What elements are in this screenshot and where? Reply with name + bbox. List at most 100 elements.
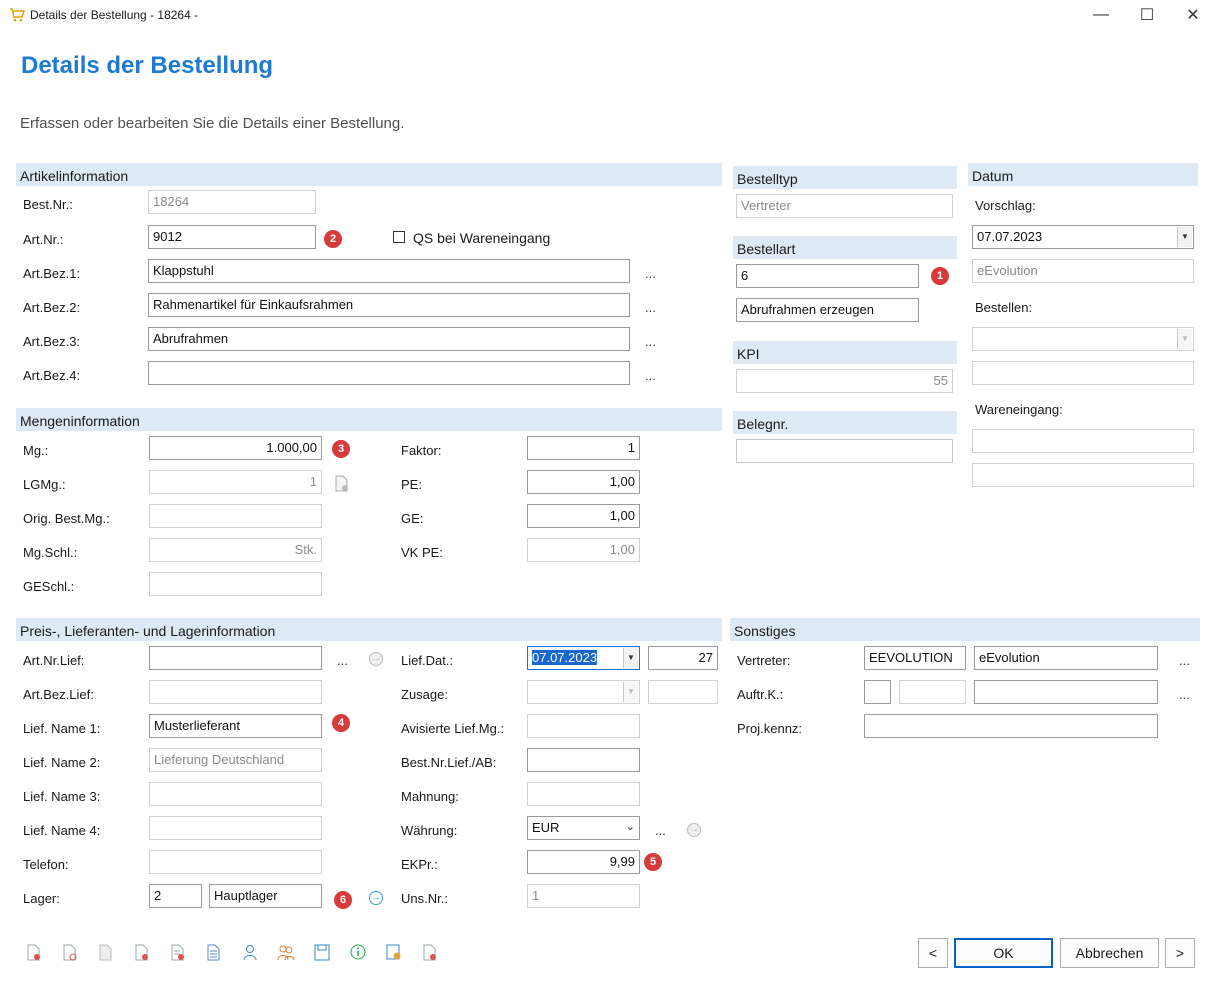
unsnr-field[interactable]: 1 (527, 884, 640, 908)
marker-badge-4: 4 (332, 714, 350, 732)
document-alert-icon[interactable] (133, 944, 151, 962)
liefdat-kw-field[interactable]: 27 (648, 646, 718, 670)
section-belegnr: Belegnr. (733, 411, 957, 434)
next-button[interactable]: > (1165, 938, 1195, 968)
close-button[interactable]: ✕ (1170, 0, 1216, 30)
ok-button[interactable]: OK (954, 938, 1053, 968)
bez4-field[interactable] (148, 361, 630, 385)
disk-alert-icon[interactable] (385, 944, 403, 962)
name2-field[interactable]: Lieferung Deutschland (149, 748, 322, 772)
artnr-field[interactable]: 9012 (148, 225, 316, 249)
user-icon[interactable] (241, 944, 259, 962)
name3-field[interactable] (149, 782, 322, 806)
previous-button[interactable]: < (918, 938, 948, 968)
marker-badge-2: 2 (324, 230, 342, 248)
document-warning-icon[interactable] (421, 944, 439, 962)
vertreter-code-field[interactable]: EEVOLUTION (864, 646, 966, 670)
document-icon[interactable] (97, 944, 115, 962)
auftrk-code-field[interactable] (864, 680, 891, 704)
ekpr-field[interactable]: 9,99 (527, 850, 640, 874)
name1-field[interactable]: Musterlieferant (149, 714, 322, 738)
lager-name-field[interactable]: Hauptlager (209, 884, 322, 908)
document-cancel-icon[interactable] (61, 944, 79, 962)
name4-field[interactable] (149, 816, 322, 840)
bez1-field[interactable]: Klappstuhl (148, 259, 630, 283)
lgmg-field[interactable]: 1 (149, 470, 322, 494)
document-delete-icon[interactable] (25, 944, 43, 962)
zusage-select[interactable]: ▼ (527, 680, 640, 704)
qs-checkbox[interactable] (393, 231, 405, 243)
users-icon[interactable] (277, 944, 295, 962)
wareneingang-date-field[interactable] (972, 429, 1194, 453)
bez2-label: Art.Bez.2: (23, 300, 81, 315)
avis-field[interactable] (527, 714, 640, 738)
mg-field[interactable]: 1.000,00 (149, 436, 322, 460)
vertreter-label: Vertreter: (737, 653, 791, 668)
bez2-field[interactable]: Rahmenartikel für Einkaufsrahmen (148, 293, 630, 317)
chevron-down-icon: ▼ (1177, 227, 1192, 247)
document-list-icon[interactable] (169, 944, 187, 962)
arrow-right-icon[interactable]: → (369, 891, 383, 905)
info-icon[interactable] (349, 944, 367, 962)
bestnrlief-field[interactable] (527, 748, 640, 772)
vorschlag-date-select[interactable]: 07.07.2023 ▼ (972, 225, 1194, 249)
belegnr-field[interactable] (736, 439, 953, 463)
liefdat-value: 07.07.2023 (532, 650, 598, 665)
artnrlief-more-button[interactable]: ... (337, 653, 348, 668)
vorschlag-user-field[interactable]: eEvolution (972, 259, 1194, 283)
auftrk-nr-field[interactable] (899, 680, 966, 704)
vorschlag-label: Vorschlag: (975, 198, 1036, 213)
lager-nr-field[interactable]: 2 (149, 884, 202, 908)
mgschl-field[interactable]: Stk. (149, 538, 322, 562)
bez1-more-button[interactable]: ... (645, 266, 656, 281)
pe-field[interactable]: 1,00 (527, 470, 640, 494)
ge-field[interactable]: 1,00 (527, 504, 640, 528)
mahnung-field[interactable] (527, 782, 640, 806)
bez3-field[interactable]: Abrufrahmen (148, 327, 630, 351)
faktor-field[interactable]: 1 (527, 436, 640, 460)
bestellart-code-field[interactable]: 6 (736, 264, 919, 288)
waehrung-more-button[interactable]: ... (655, 823, 666, 838)
auftrk-name-field[interactable] (974, 680, 1158, 704)
save-icon[interactable] (313, 944, 331, 962)
document-text-icon[interactable] (205, 944, 223, 962)
bestellen-user-field[interactable] (972, 361, 1194, 385)
vkpe-label: VK PE: (401, 545, 443, 560)
bestelltyp-field[interactable]: Vertreter (736, 194, 953, 218)
section-datum: Datum (968, 163, 1198, 186)
geschl-field[interactable] (149, 572, 322, 596)
wareneingang-user-field[interactable] (972, 463, 1194, 487)
vkpe-field[interactable]: 1,00 (527, 538, 640, 562)
projkennz-field[interactable] (864, 714, 1158, 738)
section-bestellart: Bestellart (733, 236, 957, 259)
arrow-right-icon[interactable]: → (687, 823, 701, 837)
artbezlief-field[interactable] (149, 680, 322, 704)
bestnr-field[interactable]: 18264 (148, 190, 316, 214)
bez2-more-button[interactable]: ... (645, 300, 656, 315)
minimize-button[interactable]: — (1078, 0, 1124, 30)
waehrung-select[interactable]: EUR ⌄ (527, 816, 640, 840)
auftrk-more-button[interactable]: ... (1179, 687, 1190, 702)
document-gear-icon[interactable] (335, 475, 349, 492)
zusage-kw-field[interactable] (648, 680, 718, 704)
bestellart-text-field[interactable]: Abrufrahmen erzeugen (736, 298, 919, 322)
vorschlag-date-value: 07.07.2023 (977, 229, 1043, 244)
bestellen-date-select[interactable]: ▼ (972, 327, 1194, 351)
arrow-right-icon[interactable]: → (369, 652, 383, 666)
vertreter-more-button[interactable]: ... (1179, 653, 1190, 668)
bez4-more-button[interactable]: ... (645, 368, 656, 383)
cancel-button[interactable]: Abbrechen (1060, 938, 1159, 968)
liefdat-select[interactable]: 07.07.2023 ▼ (527, 646, 640, 670)
avis-label: Avisierte Lief.Mg.: (401, 721, 505, 736)
window-title: Details der Bestellung - 18264 - (30, 8, 199, 22)
maximize-button[interactable]: ☐ (1124, 0, 1170, 30)
bez3-more-button[interactable]: ... (645, 334, 656, 349)
orig-bestmg-field[interactable] (149, 504, 322, 528)
name3-label: Lief. Name 3: (23, 789, 101, 804)
vertreter-name-field[interactable]: eEvolution (974, 646, 1158, 670)
telefon-field[interactable] (149, 850, 322, 874)
name1-label: Lief. Name 1: (23, 721, 101, 736)
waehrung-label: Währung: (401, 823, 458, 838)
artnrlief-field[interactable] (149, 646, 322, 670)
kpi-field[interactable]: 55 (736, 369, 953, 393)
